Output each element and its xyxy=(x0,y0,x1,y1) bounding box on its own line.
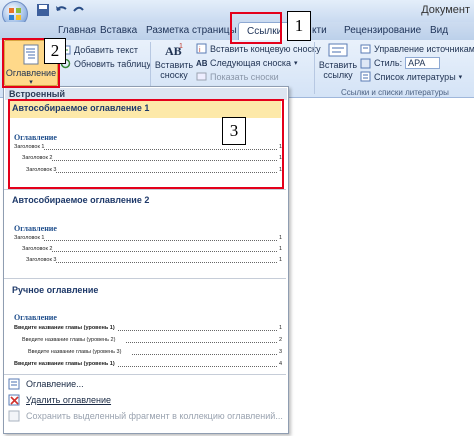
toc-icon xyxy=(23,44,39,65)
dropdown-header: Встроенный xyxy=(5,88,287,100)
gallery-title: Ручное оглавление xyxy=(12,285,99,295)
bibliography-button[interactable]: Список литературы ▾ xyxy=(360,71,462,82)
citation-icon xyxy=(328,43,348,57)
toc-preview-line: Введите название главы (уровень 3) 3 xyxy=(28,349,282,355)
manage-sources-icon xyxy=(360,44,371,54)
manage-sources-button[interactable]: Управление источниками xyxy=(360,43,474,54)
toc-preview-line: Заголовок 21 xyxy=(22,155,282,161)
next-footnote-icon: AB xyxy=(196,59,207,68)
step-badge-2: 2 xyxy=(44,38,66,64)
show-notes-button[interactable]: Показать сноски xyxy=(196,71,279,82)
style-icon xyxy=(360,58,371,68)
tab-references[interactable]: Ссылки xyxy=(238,22,292,41)
toc-preview-line: Введите название главы (уровень 1) 4 xyxy=(14,361,282,367)
step-badge-1: 1 xyxy=(287,11,311,41)
office-logo-icon xyxy=(9,8,21,20)
next-footnote-label: Следующая сноска xyxy=(210,57,291,68)
insert-footnote-label-2: сноску xyxy=(160,70,188,80)
add-text-button[interactable]: Добавить текст xyxy=(60,44,138,55)
insert-citation-button[interactable]: Вставить ссылку xyxy=(318,42,358,80)
divider xyxy=(4,374,286,375)
ribbon-tabs: Главная Вставка Разметка страницы Ссылки… xyxy=(0,22,474,41)
style-label: Стиль: xyxy=(374,58,403,68)
toc-preview-line: Заголовок 11 xyxy=(14,144,282,150)
update-table-label: Обновить таблицу xyxy=(74,58,151,69)
remove-toc-command[interactable]: Удалить оглавление xyxy=(8,394,111,406)
chevron-down-icon: ▾ xyxy=(458,73,463,81)
ribbon-separator xyxy=(314,42,315,94)
tab-review[interactable]: Рецензирование xyxy=(344,25,421,36)
svg-text:1: 1 xyxy=(179,43,183,50)
toc-preview-line: Заголовок 31 xyxy=(26,167,282,173)
toc-doc-icon xyxy=(8,378,20,390)
toc-preview-heading: Оглавление xyxy=(14,133,57,142)
toc-preview-line: Введите название главы (уровень 2) 2 xyxy=(22,337,282,343)
style-selector[interactable]: Стиль: APA xyxy=(360,57,441,69)
tab-view[interactable]: Вид xyxy=(430,25,448,36)
toc-preview-line: Заголовок 11 xyxy=(14,235,282,241)
gallery-save-icon xyxy=(8,410,20,422)
insert-citation-label-2: ссылку xyxy=(323,70,353,80)
tab-page-layout[interactable]: Разметка страницы xyxy=(146,25,237,36)
insert-citation-label-1: Вставить xyxy=(318,60,358,70)
insert-footnote-label-1: Вставить xyxy=(154,60,194,70)
citations-group-label: Ссылки и списки литературы xyxy=(341,88,449,97)
toc-button-label: Оглавление xyxy=(5,68,57,78)
toc-preview-line: Заголовок 31 xyxy=(26,257,282,263)
bibliography-label: Список литературы xyxy=(374,71,456,82)
title-bar: Документ xyxy=(0,0,474,27)
toc-preview-line: Заголовок 21 xyxy=(22,246,282,252)
insert-endnote-button[interactable]: i Вставить концевую сноску xyxy=(196,43,321,54)
tab-home[interactable]: Главная xyxy=(58,25,96,36)
style-dropdown[interactable]: APA xyxy=(405,57,441,69)
next-footnote-button[interactable]: AB Следующая сноска ▾ xyxy=(196,57,298,69)
toc-preview-heading: Оглавление xyxy=(14,313,57,322)
footnote-icon: AB 1 xyxy=(165,43,183,58)
save-to-gallery-label: Сохранить выделенный фрагмент в коллекци… xyxy=(26,411,283,421)
svg-text:AB: AB xyxy=(196,59,207,68)
tab-mailings[interactable]: кти xyxy=(312,25,327,36)
endnote-icon: i xyxy=(196,43,207,54)
divider xyxy=(4,189,286,190)
toc-preview-heading: Оглавление xyxy=(14,224,57,233)
remove-toc-label: Удалить оглавление xyxy=(26,395,112,405)
show-notes-icon xyxy=(196,72,207,81)
toc-preview-line: Введите название главы (уровень 1) 1 xyxy=(14,325,282,331)
insert-endnote-label: Вставить концевую сноску xyxy=(210,43,321,54)
toc-settings-label: Оглавление... xyxy=(26,379,84,389)
undo-icon[interactable] xyxy=(54,3,68,17)
chevron-down-icon: ▾ xyxy=(29,79,33,86)
gallery-title: Автособираемое оглавление 2 xyxy=(12,195,150,205)
gallery-title: Автособираемое оглавление 1 xyxy=(12,103,150,113)
step-badge-3: 3 xyxy=(222,117,246,145)
delete-doc-icon xyxy=(8,394,20,406)
save-to-gallery-command[interactable]: Сохранить выделенный фрагмент в коллекци… xyxy=(8,410,283,422)
manage-sources-label: Управление источниками xyxy=(374,43,474,54)
divider xyxy=(4,278,286,279)
show-notes-label: Показать сноски xyxy=(210,71,279,82)
bibliography-icon xyxy=(360,71,371,82)
chevron-down-icon: ▾ xyxy=(293,59,298,67)
redo-icon[interactable] xyxy=(72,3,86,17)
update-table-button[interactable]: Обновить таблицу xyxy=(60,58,151,69)
save-icon[interactable] xyxy=(36,3,50,17)
toc-settings-command[interactable]: Оглавление... xyxy=(8,378,84,390)
window-title: Документ xyxy=(421,4,470,16)
insert-footnote-button[interactable]: AB 1 Вставить сноску xyxy=(154,42,194,80)
tab-insert[interactable]: Вставка xyxy=(100,25,137,36)
add-text-label: Добавить текст xyxy=(74,44,138,55)
